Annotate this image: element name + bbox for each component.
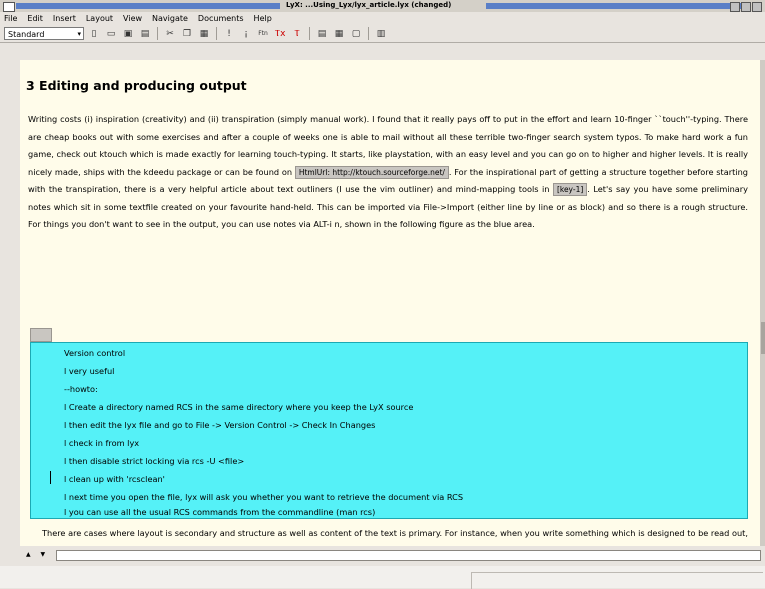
minipage-icon[interactable]: ▢ <box>349 27 363 41</box>
figure-icon[interactable]: ▦ <box>332 27 346 41</box>
emph-icon[interactable]: ! <box>222 27 236 41</box>
title-bar: LyX: ...Using_Lyx/lyx_article.lyx (chang… <box>0 0 765 12</box>
menu-view[interactable]: View <box>123 14 142 23</box>
note-line: l check in from lyx <box>64 438 140 448</box>
footnote-icon[interactable]: Ftn <box>256 27 270 41</box>
scrollbar-thumb[interactable] <box>761 322 765 354</box>
window-controls <box>730 2 762 12</box>
save-icon[interactable]: ▣ <box>121 27 135 41</box>
layout-select[interactable]: Standard ▾ <box>4 27 84 40</box>
cut-icon[interactable]: ✂ <box>163 27 177 41</box>
chevron-down-icon: ▾ <box>77 30 81 38</box>
maximize-icon[interactable] <box>741 2 751 12</box>
table-icon[interactable]: ▤ <box>315 27 329 41</box>
note-line: l then disable strict locking via rcs -U… <box>64 456 245 466</box>
window-menu-icon[interactable] <box>3 2 15 12</box>
copy-icon[interactable]: ❐ <box>180 27 194 41</box>
note-line: Version control <box>64 348 126 358</box>
menu-bar: File Edit Insert Layout View Navigate Do… <box>0 12 765 25</box>
open-icon[interactable]: ▭ <box>104 27 118 41</box>
toolbar-separator <box>216 27 217 40</box>
title-stripe-right <box>486 3 741 9</box>
toolbar-separator <box>368 27 369 40</box>
tex-icon[interactable]: Ⲧ <box>290 27 304 41</box>
note-line: l Create a directory named RCS in the sa… <box>64 402 414 412</box>
menu-layout[interactable]: Layout <box>86 14 113 23</box>
toolbar: Standard ▾ ▯ ▭ ▣ ▤ ✂ ❐ ▦ ! ¡ Ftn Ⲧx Ⲧ ▤ … <box>0 25 765 43</box>
close-icon[interactable] <box>752 2 762 12</box>
menu-edit[interactable]: Edit <box>27 14 43 23</box>
vertical-scrollbar[interactable] <box>760 60 765 546</box>
print-icon[interactable]: ▤ <box>138 27 152 41</box>
toolbar-separator <box>309 27 310 40</box>
minimize-icon[interactable] <box>730 2 740 12</box>
list-icon[interactable]: ▥ <box>374 27 388 41</box>
paragraph-1: Writing costs (i) inspiration (creativit… <box>28 111 748 234</box>
new-icon[interactable]: ▯ <box>87 27 101 41</box>
command-bar: ▲ ▼ <box>0 549 765 563</box>
url-inset[interactable]: HtmlUrl: http://ktouch.sourceforge.net/ <box>294 165 449 179</box>
menu-navigate[interactable]: Navigate <box>152 14 188 23</box>
menu-file[interactable]: File <box>4 14 17 23</box>
layout-select-value: Standard <box>8 30 45 39</box>
math-icon[interactable]: Ⲧx <box>273 27 287 41</box>
command-input[interactable] <box>56 550 761 561</box>
note-line: l you can use all the usual RCS commands… <box>64 507 376 517</box>
note-line: l very useful <box>64 366 115 376</box>
paste-icon[interactable]: ▦ <box>197 27 211 41</box>
note-line: l clean up with 'rcsclean' <box>64 474 165 484</box>
status-bar <box>0 566 765 589</box>
menu-insert[interactable]: Insert <box>53 14 76 23</box>
document-area[interactable]: 3 Editing and producing output Writing c… <box>20 60 760 546</box>
note-toggle-button[interactable] <box>30 328 52 342</box>
toolbar-separator <box>157 27 158 40</box>
citation-inset[interactable]: [key-1] <box>552 183 588 196</box>
section-heading: 3 Editing and producing output <box>26 78 247 93</box>
note-line: l then edit the lyx file and go to File … <box>64 420 376 430</box>
noun-icon[interactable]: ¡ <box>239 27 253 41</box>
text-cursor <box>50 471 51 484</box>
status-segment <box>471 572 763 589</box>
note-line: l next time you open the file, lyx will … <box>64 492 464 502</box>
history-arrows-icon[interactable]: ▲ ▼ <box>26 551 54 561</box>
note-inset[interactable]: Version control l very useful --howto: l… <box>30 342 748 519</box>
menu-documents[interactable]: Documents <box>198 14 244 23</box>
paragraph-2: There are cases where layout is secondar… <box>28 528 748 546</box>
window-title: LyX: ...Using_Lyx/lyx_article.lyx (chang… <box>282 1 456 9</box>
note-line: --howto: <box>64 384 98 394</box>
title-stripe-left <box>16 3 280 9</box>
menu-help[interactable]: Help <box>254 14 272 23</box>
